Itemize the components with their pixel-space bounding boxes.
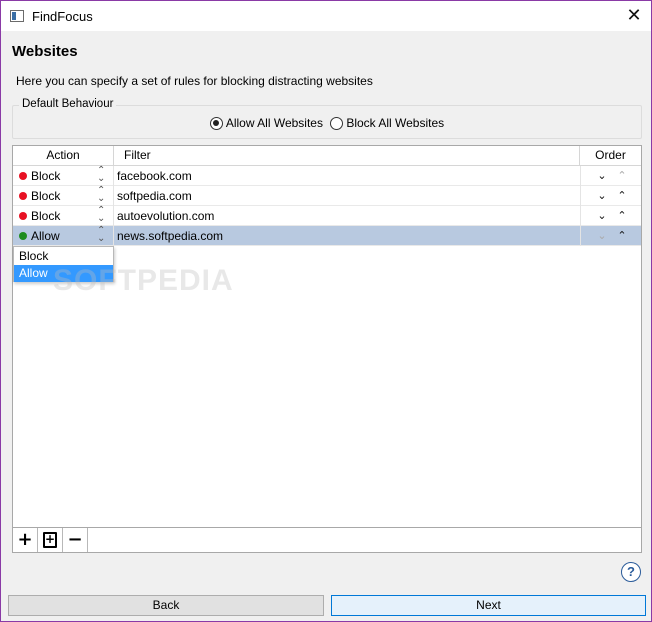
order-controls: ⌄ ⌃ [580, 166, 641, 186]
default-behaviour-group: Default Behaviour Allow All Websites Blo… [12, 98, 642, 139]
spinner-arrows-icon[interactable]: ⌃ ⌄ [97, 226, 105, 244]
action-select[interactable]: Block ⌃ ⌄ [13, 186, 114, 206]
move-up-icon: ⌃ [617, 169, 627, 182]
move-down-icon[interactable]: ⌄ [595, 208, 609, 224]
column-header-action[interactable]: Action [13, 146, 114, 165]
rules-table: Action Filter Order Block ⌃ ⌄ facebook.co… [12, 145, 642, 553]
spinner-arrows-icon[interactable]: ⌃ ⌄ [97, 186, 105, 204]
action-select[interactable]: Block ⌃ ⌄ [13, 166, 114, 186]
order-controls: ⌄ ⌃ [580, 206, 641, 226]
block-all-radio[interactable]: Block All Websites [330, 116, 444, 130]
action-select[interactable]: Block ⌃ ⌄ [13, 206, 114, 226]
move-down-icon[interactable]: ⌄ [595, 168, 609, 184]
action-value: Block [31, 209, 61, 223]
content-area: Websites Here you can specify a set of r… [1, 31, 651, 621]
block-all-label: Block All Websites [346, 116, 445, 130]
move-up-icon[interactable]: ⌃ [615, 188, 629, 204]
block-status-icon [19, 172, 27, 180]
action-value: Block [31, 189, 61, 203]
move-up-icon[interactable]: ⌃ [615, 228, 629, 244]
add-copy-icon: + [43, 532, 57, 548]
add-rule-button[interactable]: + [13, 528, 38, 552]
table-row[interactable]: Block ⌃ ⌄ autoevolution.com ⌄ ⌃ [13, 206, 641, 226]
minus-icon: − [67, 529, 83, 550]
plus-icon: + [17, 529, 33, 550]
app-window: FindFocus ✕ Websites Here you can specif… [0, 0, 652, 622]
block-status-icon [19, 192, 27, 200]
order-controls: ⌄ ⌃ [580, 186, 641, 206]
move-down-icon[interactable]: ⌄ [595, 188, 609, 204]
order-controls: ⌄ ⌃ [580, 226, 641, 246]
help-button[interactable]: ? [621, 562, 641, 582]
window-title: FindFocus [32, 9, 93, 24]
table-row[interactable]: Block ⌃ ⌄ facebook.com ⌄ ⌃ [13, 166, 641, 186]
table-row[interactable]: Block ⌃ ⌄ softpedia.com ⌄ ⌃ [13, 186, 641, 206]
radio-unchecked-icon[interactable] [330, 116, 344, 130]
action-select[interactable]: Allow ⌃ ⌄ [13, 226, 114, 246]
filter-value[interactable]: news.softpedia.com [117, 229, 223, 243]
radio-checked-icon[interactable] [209, 116, 223, 130]
block-status-icon [19, 212, 27, 220]
column-header-filter[interactable]: Filter [114, 146, 580, 165]
title-bar[interactable]: FindFocus ✕ [1, 1, 651, 31]
spinner-arrows-icon[interactable]: ⌃ ⌄ [97, 166, 105, 184]
table-header: Action Filter Order [13, 146, 641, 166]
help-icon: ? [627, 564, 635, 579]
table-row-selected[interactable]: Allow ⌃ ⌄ news.softpedia.com ⌄ ⌃ [13, 226, 641, 246]
action-value: Block [31, 169, 61, 183]
filter-value[interactable]: facebook.com [117, 169, 192, 183]
app-icon [10, 10, 24, 22]
filter-value[interactable]: softpedia.com [117, 189, 192, 203]
watermark: SOFTPEDIA [53, 264, 234, 297]
back-button[interactable]: Back [8, 595, 324, 616]
close-button[interactable]: ✕ [623, 5, 645, 27]
page-title: Websites [12, 43, 78, 60]
allow-all-label: Allow All Websites [225, 116, 323, 130]
column-header-order[interactable]: Order [580, 146, 641, 165]
action-value: Allow [31, 229, 60, 243]
default-behaviour-options: Allow All Websites Block All Websites [13, 116, 641, 133]
allow-status-icon [19, 232, 27, 240]
remove-rule-button[interactable]: − [63, 528, 88, 552]
allow-all-radio[interactable]: Allow All Websites [209, 116, 323, 130]
default-behaviour-label: Default Behaviour [19, 98, 117, 110]
page-description: Here you can specify a set of rules for … [16, 74, 373, 88]
duplicate-rule-button[interactable]: + [38, 528, 63, 552]
table-toolbar: + + − [12, 527, 642, 553]
move-up-icon[interactable]: ⌃ [615, 208, 629, 224]
filter-value[interactable]: autoevolution.com [117, 209, 214, 223]
move-down-icon: ⌄ [597, 229, 607, 242]
spinner-arrows-icon[interactable]: ⌃ ⌄ [97, 206, 105, 224]
next-button[interactable]: Next [331, 595, 646, 616]
dropdown-option-block[interactable]: Block [14, 248, 113, 265]
